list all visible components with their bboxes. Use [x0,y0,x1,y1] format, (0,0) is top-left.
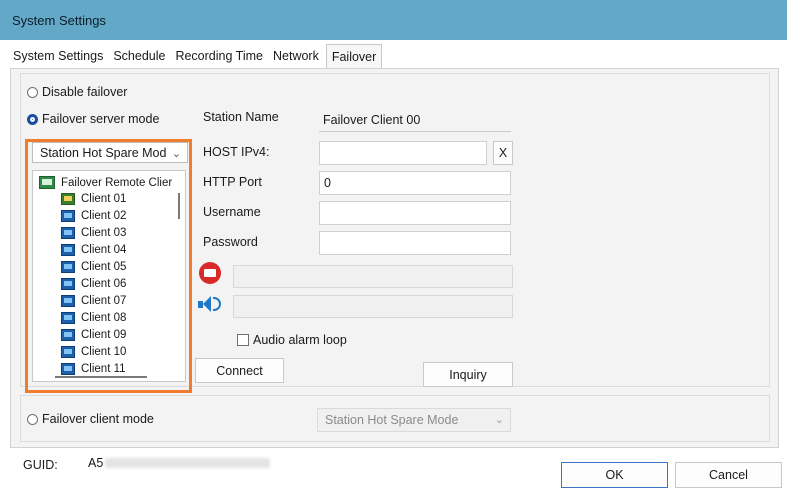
disable-failover-option[interactable]: Disable failover [27,85,127,99]
client-connected-icon [61,193,75,205]
audio-alarm-loop-label: Audio alarm loop [253,333,347,347]
server-mode-label: Failover server mode [42,112,160,126]
client-mode-select[interactable]: Station Hot Spare Mode ⌄ [317,408,511,432]
inquiry-button[interactable]: Inquiry [423,362,513,387]
audio-alert-field [233,295,513,318]
server-mode-select-value: Station Hot Spare Mod [40,145,167,160]
password-input[interactable] [319,231,511,255]
tree-root[interactable]: Failover Remote Clier [39,176,172,189]
server-mode-select[interactable]: Station Hot Spare Mod ⌄ [32,142,188,163]
tree-item[interactable]: Client 06 [61,278,126,290]
guid-value-visible: A5 [88,456,104,470]
tree-item[interactable]: Client 01 [61,193,126,205]
tree-item[interactable]: Client 08 [61,312,126,324]
tree-item[interactable]: Client 02 [61,210,126,222]
clear-host-button[interactable]: X [493,141,513,165]
tree-item[interactable]: Client 09 [61,329,126,341]
host-ipv4-input[interactable] [319,141,487,165]
client-monitor-icon [61,295,75,307]
tree-item-label: Client 07 [81,295,127,307]
station-name-label: Station Name [203,110,279,124]
http-port-input[interactable]: 0 [319,171,511,195]
client-mode-label: Failover client mode [42,412,154,426]
guid-label: GUID: [23,458,58,472]
tree-item-label: Client 03 [81,227,127,239]
tree-horizontal-scrollbar[interactable] [55,376,147,378]
tab-system-settings[interactable]: System Settings [8,46,108,68]
tree-item-label: Client 02 [81,210,127,222]
tree-item-label: Client 09 [81,329,127,341]
tab-recording-time[interactable]: Recording Time [170,46,268,68]
title-bar: System Settings [0,0,787,40]
disable-failover-label: Disable failover [42,85,128,99]
tree-item-label: Client 11 [81,363,126,375]
client-monitor-icon [61,363,75,375]
client-monitor-icon [61,227,75,239]
client-mode-option[interactable]: Failover client mode [27,412,154,426]
http-port-label: HTTP Port [203,175,262,189]
tree-root-label: Failover Remote Clier [61,176,173,189]
tab-strip: System Settings Schedule Recording Time … [8,44,384,73]
username-label: Username [203,205,261,219]
username-input[interactable] [319,201,511,225]
tree-item[interactable]: Client 10 [61,346,126,358]
client-monitor-icon [61,278,75,290]
audio-alarm-loop-option[interactable]: Audio alarm loop [237,333,347,347]
client-monitor-icon [61,244,75,256]
client-mode-radio[interactable] [27,413,38,425]
tree-item-label: Client 06 [81,278,127,290]
tree-item-label: Client 01 [81,193,127,205]
tree-item[interactable]: Client 07 [61,295,126,307]
guid-redacted [105,458,271,468]
email-alert-field [233,265,513,288]
tree-item[interactable]: Client 11 [61,363,126,375]
remote-clients-icon [39,176,55,189]
tree-item-label: Client 10 [81,346,127,358]
client-tree[interactable]: Failover Remote Clier Client 01 Client 0… [32,170,186,382]
tree-item-label: Client 04 [81,244,127,256]
station-name-field: Failover Client 00 [319,108,511,132]
email-alert-icon[interactable] [199,262,221,284]
server-mode-option[interactable]: Failover server mode [27,112,159,126]
client-monitor-icon [61,346,75,358]
audio-alarm-loop-checkbox[interactable] [237,334,249,346]
connect-button[interactable]: Connect [195,358,284,383]
tree-item[interactable]: Client 04 [61,244,126,256]
server-mode-radio[interactable] [27,113,38,125]
speaker-icon[interactable] [198,296,221,312]
guid-value: A5 [88,456,271,470]
client-monitor-icon [61,312,75,324]
tree-item-label: Client 05 [81,261,127,273]
tree-item-label: Client 08 [81,312,127,324]
tab-network[interactable]: Network [268,46,324,68]
tree-vertical-scrollbar[interactable] [178,193,180,219]
client-monitor-icon [61,210,75,222]
client-mode-select-value: Station Hot Spare Mode [325,413,459,427]
cancel-button[interactable]: Cancel [675,462,782,488]
chevron-down-icon: ⌄ [171,148,181,160]
tree-item[interactable]: Client 03 [61,227,126,239]
host-ipv4-label: HOST IPv4: [203,145,270,159]
client-monitor-icon [61,329,75,341]
tree-item[interactable]: Client 05 [61,261,126,273]
window-title: System Settings [12,12,106,28]
ok-button[interactable]: OK [561,462,668,488]
disable-failover-radio[interactable] [27,86,38,98]
password-label: Password [203,235,258,249]
chevron-down-icon: ⌄ [494,414,504,426]
client-monitor-icon [61,261,75,273]
tab-schedule[interactable]: Schedule [108,46,170,68]
